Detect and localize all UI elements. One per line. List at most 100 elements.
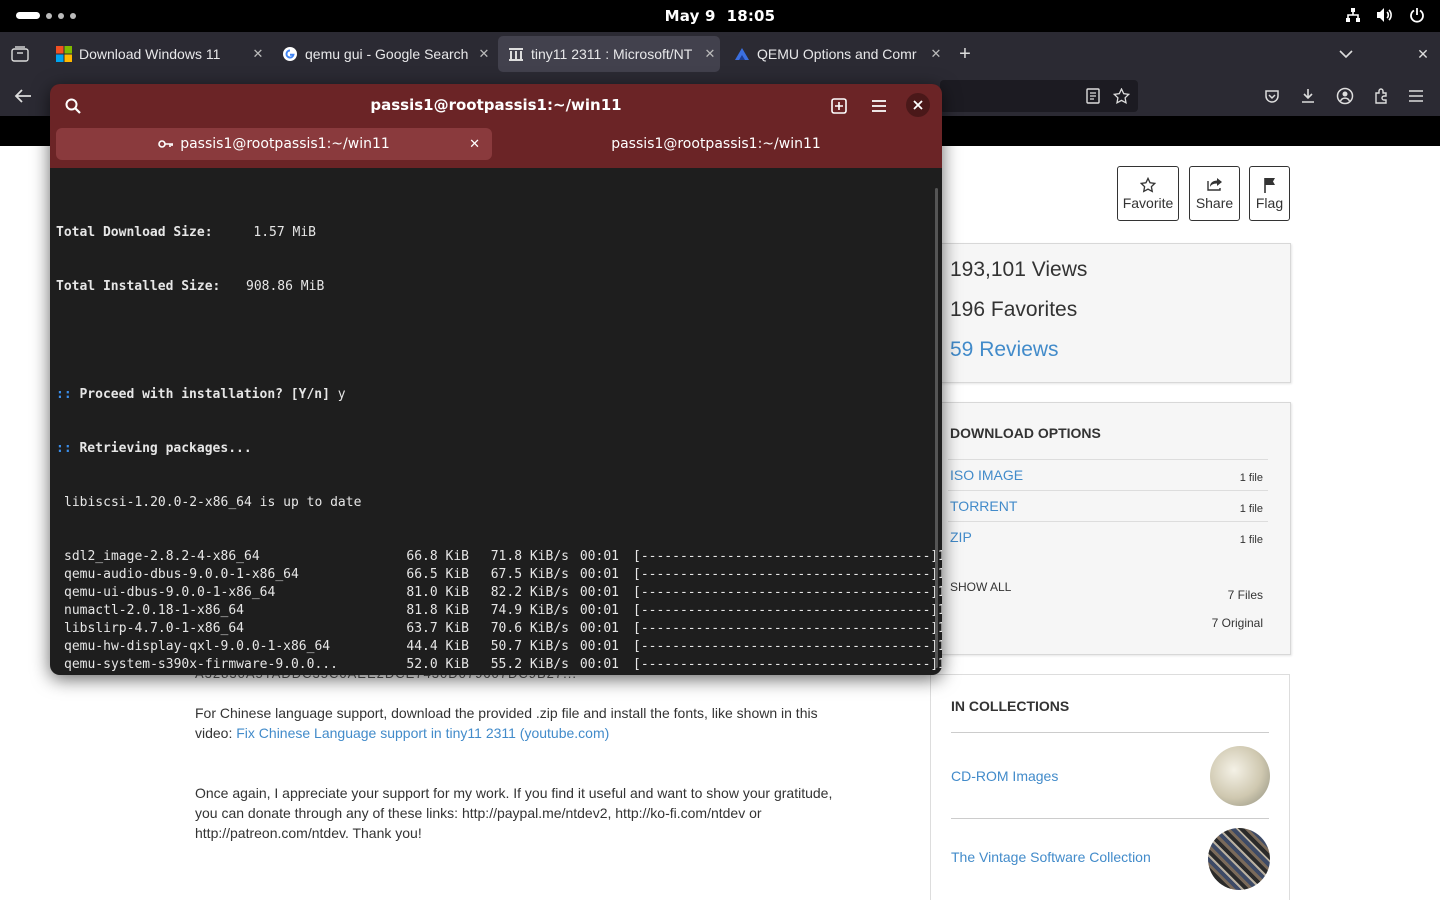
close-window-icon[interactable]: ✕	[1413, 44, 1433, 64]
date-time[interactable]: May 9 18:05	[0, 7, 1440, 25]
progress-bar: [-------------------------------------]	[633, 639, 939, 654]
close-tab-icon[interactable]: ✕	[474, 46, 494, 62]
download-rate: 74.9 KiB/s	[490, 603, 569, 618]
download-rate: 67.5 KiB/s	[490, 567, 569, 582]
prompt-question: Proceed with installation? [Y/n]	[79, 387, 330, 402]
package-name: libslirp-4.7.0-1-x86_64	[64, 621, 245, 636]
summary-label: Total Installed Size:	[56, 279, 221, 294]
time: 18:05	[726, 7, 776, 25]
show-all-link[interactable]: SHOW ALL	[950, 580, 1011, 594]
package-name: usbredir-0.13.0-1-x86_64	[64, 674, 374, 675]
account-icon[interactable]	[1335, 86, 1355, 106]
download-option-iso[interactable]: ISO IMAGE 1 file	[948, 459, 1268, 490]
donation-paragraph: Once again, I appreciate your support fo…	[195, 785, 833, 841]
star-icon	[1139, 176, 1157, 195]
elapsed-time: 00:01	[579, 585, 619, 600]
download-option-name[interactable]: ZIP	[950, 529, 972, 545]
flag-button[interactable]: Flag	[1249, 166, 1290, 221]
terminal-output[interactable]: Total Download Size: 1.57 MiB Total Insta…	[56, 188, 942, 675]
download-option-count: 1 file	[1239, 534, 1263, 546]
volume-icon[interactable]	[1376, 6, 1394, 24]
network-icon[interactable]	[1344, 6, 1362, 24]
close-tab-icon[interactable]: ✕	[926, 46, 946, 62]
url-bar[interactable]	[940, 80, 1138, 112]
elapsed-time: 00:01	[579, 603, 619, 618]
extensions-icon[interactable]	[1371, 86, 1391, 106]
vintage-software-thumbnail[interactable]	[1208, 828, 1270, 890]
terminal-tab[interactable]: passis1@rootpassis1:~/win11	[496, 128, 936, 160]
summary-label: Total Download Size:	[56, 225, 213, 240]
flag-label: Flag	[1255, 194, 1284, 211]
tab-overview-icon[interactable]	[10, 44, 30, 64]
elapsed-time: 00:01	[579, 549, 619, 564]
summary-value: 908.86 MiB	[246, 279, 325, 294]
divider	[951, 732, 1269, 733]
close-tab-icon[interactable]: ✕	[248, 46, 268, 62]
package-size: 44.4 KiB	[406, 639, 469, 654]
downloads-icon[interactable]	[1298, 86, 1318, 106]
download-option-name[interactable]: ISO IMAGE	[950, 467, 1023, 483]
tab-title: QEMU Options and Comr	[757, 46, 917, 62]
system-tray[interactable]	[1344, 6, 1426, 24]
close-icon[interactable]	[906, 93, 930, 117]
collection-link-vintage[interactable]: The Vintage Software Collection	[951, 849, 1151, 865]
youtube-video-link[interactable]: Fix Chinese Language support in tiny11 2…	[236, 725, 609, 741]
reader-view-icon[interactable]	[1084, 87, 1102, 105]
close-tab-icon[interactable]: ✕	[700, 46, 720, 62]
terminal-tab-active[interactable]: passis1@rootpassis1:~/win11 ✕	[56, 128, 492, 160]
new-tab-icon[interactable]: +	[955, 43, 975, 65]
share-button[interactable]: Share	[1189, 166, 1240, 221]
download-option-name[interactable]: TORRENT	[950, 498, 1017, 514]
hamburger-menu-icon[interactable]	[868, 95, 890, 117]
download-option-torrent[interactable]: TORRENT 1 file	[948, 490, 1268, 521]
download-option-count: 1 file	[1239, 472, 1263, 484]
bookmark-star-icon[interactable]	[1112, 87, 1130, 105]
collection-link-cdrom[interactable]: CD-ROM Images	[951, 768, 1058, 784]
files-count: 7 Files	[1227, 588, 1263, 602]
tab-title: qemu gui - Google Search	[305, 46, 469, 62]
terminal-window[interactable]: passis1@rootpassis1:~/win11 passis1@root…	[50, 84, 942, 675]
package-row: qemu-ui-dbus-9.0.0-1-x86_64 81.0 KiB 82.2 …	[56, 584, 942, 602]
favorite-label: Favorite	[1122, 194, 1174, 211]
power-icon[interactable]	[1408, 6, 1426, 24]
package-row: usbredir-0.13.0-1-x86_6443.3 KiB51.9 KiB…	[56, 674, 942, 675]
date: May 9	[664, 7, 716, 25]
tab-tiny11-archive[interactable]: tiny11 2311 : Microsoft/NT ✕	[498, 36, 720, 72]
chevron-down-icon[interactable]	[1336, 44, 1356, 64]
package-row: qemu-hw-display-qxl-9.0.0-1-x86_64 44.4 K…	[56, 638, 942, 656]
terminal-header: passis1@rootpassis1:~/win11 passis1@root…	[50, 84, 942, 168]
progress-percent: 100%	[929, 674, 942, 675]
package-name: sdl2_image-2.8.2-4-x86_64	[64, 549, 260, 564]
package-size: 43.3 KiB	[374, 674, 469, 675]
chinese-support-paragraph: For Chinese language support, download t…	[195, 703, 835, 743]
tab-download-windows[interactable]: Download Windows 11 ✕	[46, 36, 268, 72]
elapsed-time: 00:01	[579, 639, 619, 654]
cdrom-thumbnail[interactable]	[1210, 746, 1270, 806]
tab-title: Download Windows 11	[79, 46, 221, 62]
reviews-link[interactable]: 59 Reviews	[950, 338, 1059, 362]
hamburger-menu-icon[interactable]	[1406, 86, 1426, 106]
tab-qemu-options[interactable]: QEMU Options and Comr ✕	[724, 36, 946, 72]
prompt-line: :: Proceed with installation? [Y/n] y	[56, 387, 346, 402]
new-tab-icon[interactable]	[828, 95, 850, 117]
close-tab-icon[interactable]: ✕	[469, 137, 480, 152]
terminal-scrollbar[interactable]	[935, 188, 938, 668]
tab-google-search[interactable]: qemu gui - Google Search ✕	[272, 36, 494, 72]
favorite-button[interactable]: Favorite	[1117, 166, 1179, 221]
pocket-icon[interactable]	[1262, 86, 1282, 106]
favorites-count: 196 Favorites	[950, 298, 1078, 321]
back-arrow-icon[interactable]	[12, 85, 34, 107]
download-rate: 51.9 KiB/s	[469, 674, 569, 675]
download-option-zip[interactable]: ZIP 1 file	[948, 521, 1268, 552]
share-icon	[1206, 177, 1223, 195]
progress-bar: [-------------------------------------]	[633, 585, 939, 600]
package-name: qemu-hw-display-qxl-9.0.0-1-x86_64	[64, 639, 331, 654]
package-name: qemu-system-s390x-firmware-9.0.0...	[64, 657, 338, 672]
package-size: 52.0 KiB	[406, 657, 469, 672]
progress-bar: [-------------------------------------]	[633, 567, 939, 582]
package-name: numactl-2.0.18-1-x86_64	[64, 603, 245, 618]
tab-title: tiny11 2311 : Microsoft/NT	[531, 46, 693, 62]
key-icon	[158, 139, 174, 149]
package-name: qemu-ui-dbus-9.0.0-1-x86_64	[64, 585, 276, 600]
original-count: 7 Original	[1211, 616, 1263, 630]
